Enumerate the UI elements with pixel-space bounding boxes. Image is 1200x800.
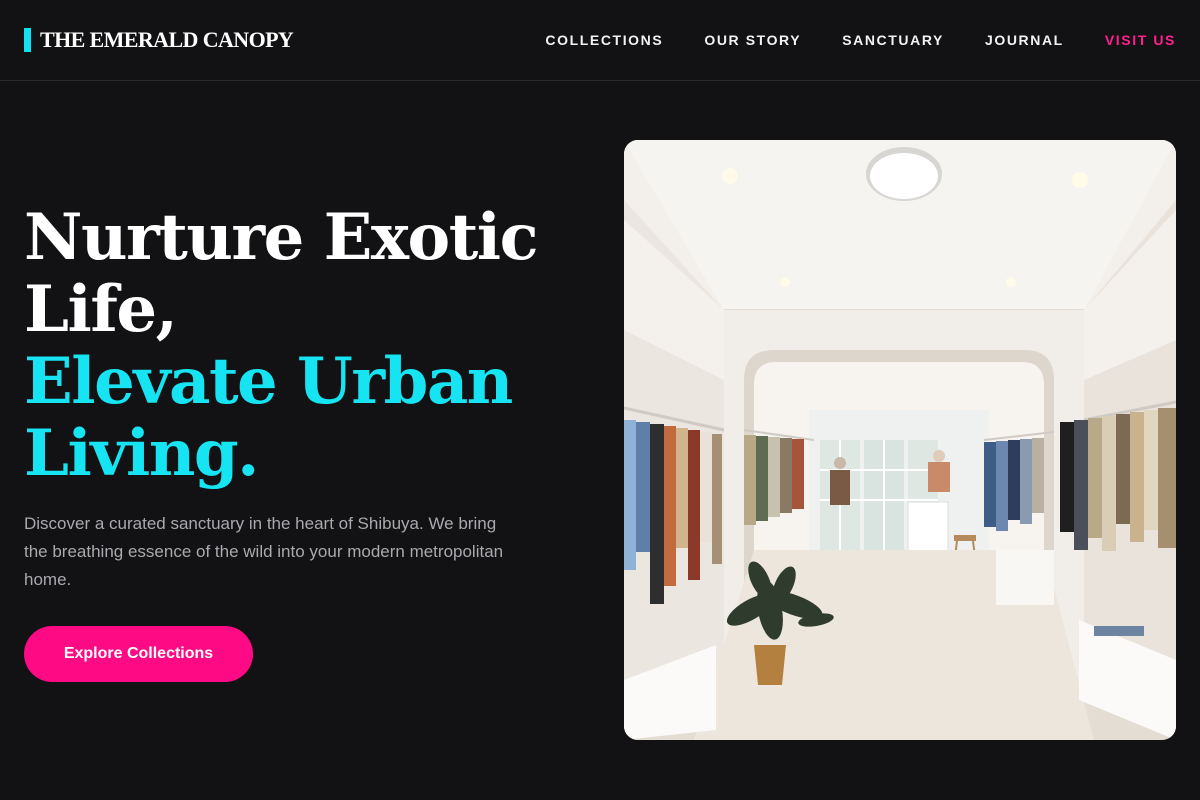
store-interior-image xyxy=(624,140,1176,740)
hero-description: Discover a curated sanctuary in the hear… xyxy=(24,514,504,589)
brand-name: THE EMERALD CANOPY xyxy=(40,27,294,52)
nav-link-journal[interactable]: JOURNAL xyxy=(985,32,1064,48)
main-nav: COLLECTIONS OUR STORY SANCTUARY JOURNAL … xyxy=(504,32,1176,48)
explore-collections-button[interactable]: Explore Collections xyxy=(24,626,253,682)
nav-link-collections[interactable]: COLLECTIONS xyxy=(545,32,663,48)
nav-link-visit-us[interactable]: VISIT US xyxy=(1105,32,1176,48)
brand-logo[interactable]: THE EMERALD CANOPY xyxy=(24,27,294,53)
nav-link-our-story[interactable]: OUR STORY xyxy=(704,32,801,48)
nav-link-sanctuary[interactable]: SANCTUARY xyxy=(842,32,944,48)
headline-accent: Elevate Urban Living. xyxy=(24,344,513,491)
site-header: THE EMERALD CANOPY COLLECTIONS OUR STORY… xyxy=(0,0,1200,81)
hero-headline: Nurture Exotic Life, Elevate Urban Livin… xyxy=(24,202,584,490)
headline-primary: Nurture Exotic Life, xyxy=(24,200,539,347)
brand-accent-bar xyxy=(24,28,31,52)
